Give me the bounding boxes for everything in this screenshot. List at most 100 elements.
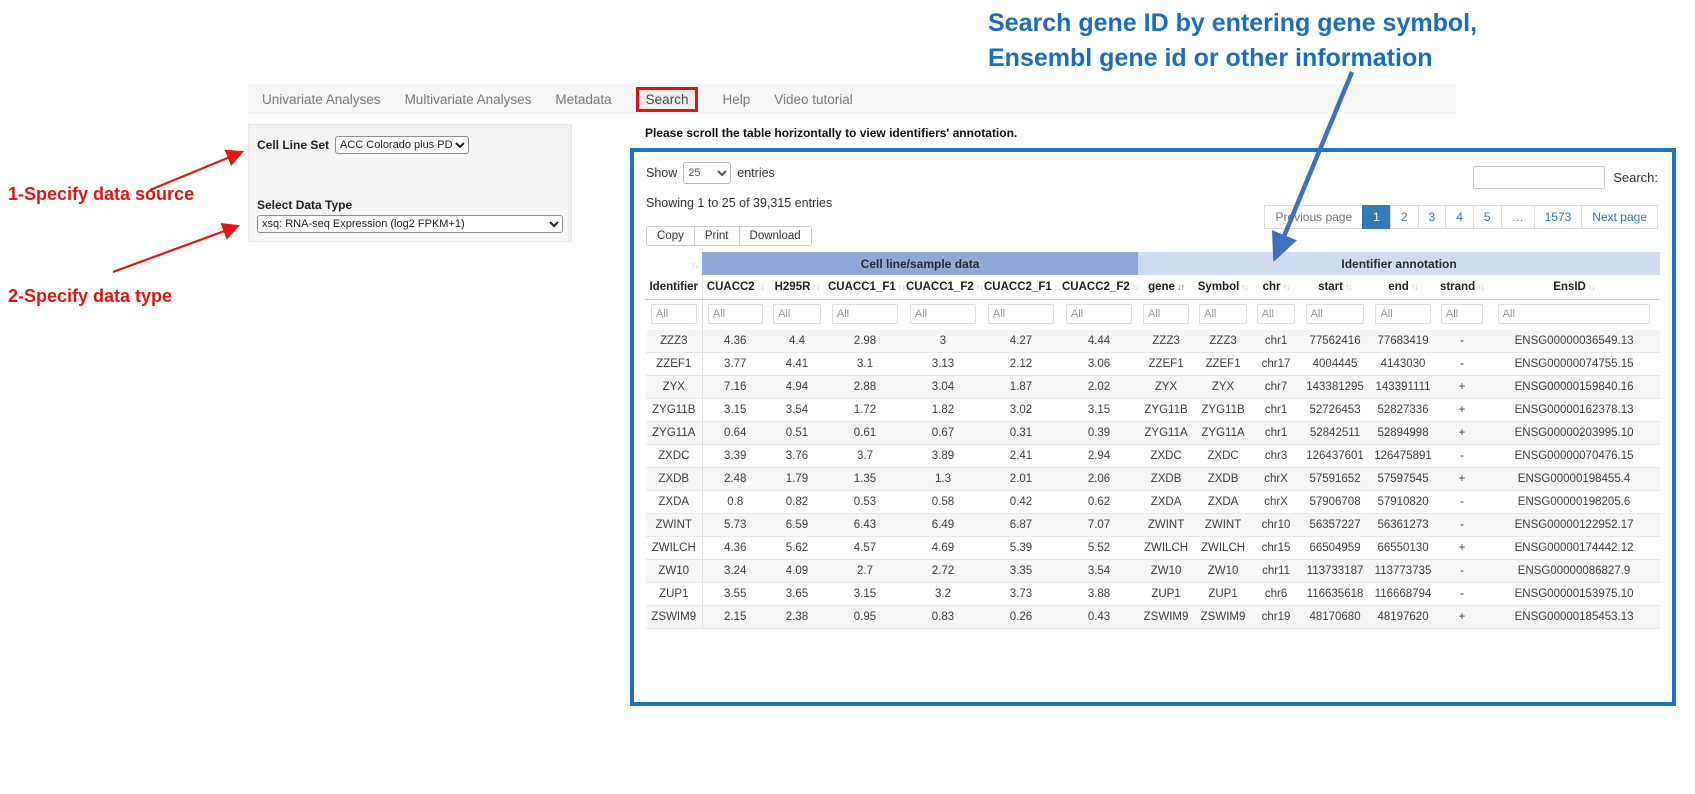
page-button-4[interactable]: 4 bbox=[1445, 205, 1474, 229]
filter-input-gene[interactable] bbox=[1143, 304, 1189, 324]
cell-cuacc2-f1: 3.35 bbox=[982, 560, 1060, 583]
cell-cuacc2-f1: 6.87 bbox=[982, 514, 1060, 537]
cell-cuacc1-f2: 1.3 bbox=[904, 468, 982, 491]
cell-ensid: ENSG00000174442.12 bbox=[1488, 537, 1660, 560]
cell-ensid: ENSG00000159840.16 bbox=[1488, 376, 1660, 399]
cell-ensid: ENSG00000203995.10 bbox=[1488, 422, 1660, 445]
page-button-1[interactable]: 1 bbox=[1362, 205, 1391, 229]
sort-icon: ↑↓ bbox=[1345, 282, 1352, 292]
identifier-sort-control[interactable]: ↑↓ bbox=[646, 252, 702, 275]
cell-cuacc2-f1: 2.01 bbox=[982, 468, 1060, 491]
nav-item-metadata[interactable]: Metadata bbox=[555, 92, 611, 107]
nav-item-univariate-analyses[interactable]: Univariate Analyses bbox=[262, 92, 381, 107]
cell-strand: - bbox=[1436, 514, 1488, 537]
filter-input-identifier[interactable] bbox=[651, 304, 697, 324]
filter-input-ensid[interactable] bbox=[1498, 304, 1651, 324]
filter-input-start[interactable] bbox=[1306, 304, 1365, 324]
filter-input-symbol[interactable] bbox=[1199, 304, 1247, 324]
cell-end: 4143030 bbox=[1370, 353, 1436, 376]
cell-identifier: ZZZ3 bbox=[646, 330, 702, 353]
column-filter-row bbox=[646, 300, 1660, 331]
column-label: CUACC1_F2 bbox=[906, 281, 974, 293]
column-header-identifier[interactable]: Identifier bbox=[646, 275, 702, 300]
cell-strand: - bbox=[1436, 560, 1488, 583]
cell-h295r: 4.41 bbox=[768, 353, 826, 376]
filter-input-cuacc1-f2[interactable] bbox=[910, 304, 976, 324]
cell-symbol: ZZZ3 bbox=[1194, 330, 1252, 353]
cell-chr: chr19 bbox=[1252, 606, 1300, 629]
column-header-ensid[interactable]: EnsID↑↓ bbox=[1488, 275, 1660, 300]
column-label: start bbox=[1318, 281, 1343, 293]
table-search-input[interactable] bbox=[1473, 166, 1605, 189]
page-button-5[interactable]: 5 bbox=[1473, 205, 1502, 229]
cell-end: 66550130 bbox=[1370, 537, 1436, 560]
cell-cuacc2-f2: 3.54 bbox=[1060, 560, 1138, 583]
column-header-cuacc1-f1[interactable]: CUACC1_F1↑↓ bbox=[826, 275, 904, 300]
nav-item-multivariate-analyses[interactable]: Multivariate Analyses bbox=[405, 92, 532, 107]
sort-icon: ↑↓ bbox=[1477, 282, 1484, 292]
column-header-strand[interactable]: strand↑↓ bbox=[1436, 275, 1488, 300]
cell-end: 113773735 bbox=[1370, 560, 1436, 583]
cell-line-set-select[interactable]: ACC Colorado plus PDX bbox=[335, 136, 469, 154]
filter-input-chr[interactable] bbox=[1257, 304, 1296, 324]
page-ellipsis[interactable]: … bbox=[1501, 205, 1535, 229]
nav-item-help[interactable]: Help bbox=[722, 92, 750, 107]
cell-symbol: ZYX bbox=[1194, 376, 1252, 399]
cell-cuacc2: 2.48 bbox=[702, 468, 768, 491]
cell-chr: chr6 bbox=[1252, 583, 1300, 606]
page-button-1573[interactable]: 1573 bbox=[1534, 205, 1583, 229]
column-header-chr[interactable]: chr↑↓ bbox=[1252, 275, 1300, 300]
cell-identifier: ZXDC bbox=[646, 445, 702, 468]
filter-input-end[interactable] bbox=[1375, 304, 1430, 324]
column-header-gene[interactable]: gene↓↑ bbox=[1138, 275, 1194, 300]
cell-identifier: ZWINT bbox=[646, 514, 702, 537]
filter-input-cuacc2[interactable] bbox=[708, 304, 763, 324]
cell-cuacc2-f2: 4.44 bbox=[1060, 330, 1138, 353]
column-header-cuacc2[interactable]: CUACC2↑↓ bbox=[702, 275, 768, 300]
cell-strand: + bbox=[1436, 376, 1488, 399]
cell-chr: chrX bbox=[1252, 491, 1300, 514]
nav-item-video-tutorial[interactable]: Video tutorial bbox=[774, 92, 853, 107]
cell-gene: ZWILCH bbox=[1138, 537, 1194, 560]
cell-symbol: ZXDC bbox=[1194, 445, 1252, 468]
cell-symbol: ZYG11A bbox=[1194, 422, 1252, 445]
cell-h295r: 4.4 bbox=[768, 330, 826, 353]
filter-input-cuacc2-f1[interactable] bbox=[988, 304, 1054, 324]
page-button-2[interactable]: 2 bbox=[1390, 205, 1419, 229]
column-header-cuacc2-f2[interactable]: CUACC2_F2↑↓ bbox=[1060, 275, 1138, 300]
filter-input-cuacc2-f2[interactable] bbox=[1066, 304, 1132, 324]
print-button[interactable]: Print bbox=[694, 226, 740, 246]
cell-start: 4004445 bbox=[1300, 353, 1370, 376]
cell-identifier: ZSWIM9 bbox=[646, 606, 702, 629]
cell-strand: + bbox=[1436, 537, 1488, 560]
filter-input-strand[interactable] bbox=[1441, 304, 1483, 324]
cell-cuacc2-f1: 4.27 bbox=[982, 330, 1060, 353]
column-header-h295r[interactable]: H295R↑↓ bbox=[768, 275, 826, 300]
nav-item-search[interactable]: Search bbox=[636, 87, 699, 112]
page-length-select[interactable]: 25 bbox=[683, 162, 731, 184]
search-results-panel: Show 25 entries Search: Showing 1 to 25 … bbox=[630, 148, 1676, 706]
previous-page-button[interactable]: Previous page bbox=[1264, 205, 1363, 229]
column-header-cuacc1-f2[interactable]: CUACC1_F2↑↓ bbox=[904, 275, 982, 300]
filter-input-h295r[interactable] bbox=[773, 304, 821, 324]
cell-end: 52894998 bbox=[1370, 422, 1436, 445]
filter-input-cuacc1-f1[interactable] bbox=[832, 304, 898, 324]
copy-button[interactable]: Copy bbox=[646, 226, 695, 246]
sort-icon: ↑↓ bbox=[1054, 282, 1060, 292]
column-header-start[interactable]: start↑↓ bbox=[1300, 275, 1370, 300]
table-row: ZZEF13.774.413.13.132.123.06ZZEF1ZZEF1ch… bbox=[646, 353, 1660, 376]
column-header-symbol[interactable]: Symbol↑↓ bbox=[1194, 275, 1252, 300]
next-page-button[interactable]: Next page bbox=[1581, 205, 1658, 229]
data-type-select[interactable]: xsq: RNA-seq Expression (log2 FPKM+1) bbox=[257, 215, 563, 233]
cell-cuacc2-f1: 2.12 bbox=[982, 353, 1060, 376]
download-button[interactable]: Download bbox=[739, 226, 812, 246]
cell-h295r: 5.62 bbox=[768, 537, 826, 560]
cell-cuacc2-f2: 0.62 bbox=[1060, 491, 1138, 514]
column-header-end[interactable]: end↑↓ bbox=[1370, 275, 1436, 300]
page-button-3[interactable]: 3 bbox=[1418, 205, 1447, 229]
column-header-cuacc2-f1[interactable]: CUACC2_F1↑↓ bbox=[982, 275, 1060, 300]
table-row: ZZZ34.364.42.9834.274.44ZZZ3ZZZ3chr17756… bbox=[646, 330, 1660, 353]
cell-start: 66504959 bbox=[1300, 537, 1370, 560]
cell-symbol: ZXDA bbox=[1194, 491, 1252, 514]
cell-identifier: ZUP1 bbox=[646, 583, 702, 606]
